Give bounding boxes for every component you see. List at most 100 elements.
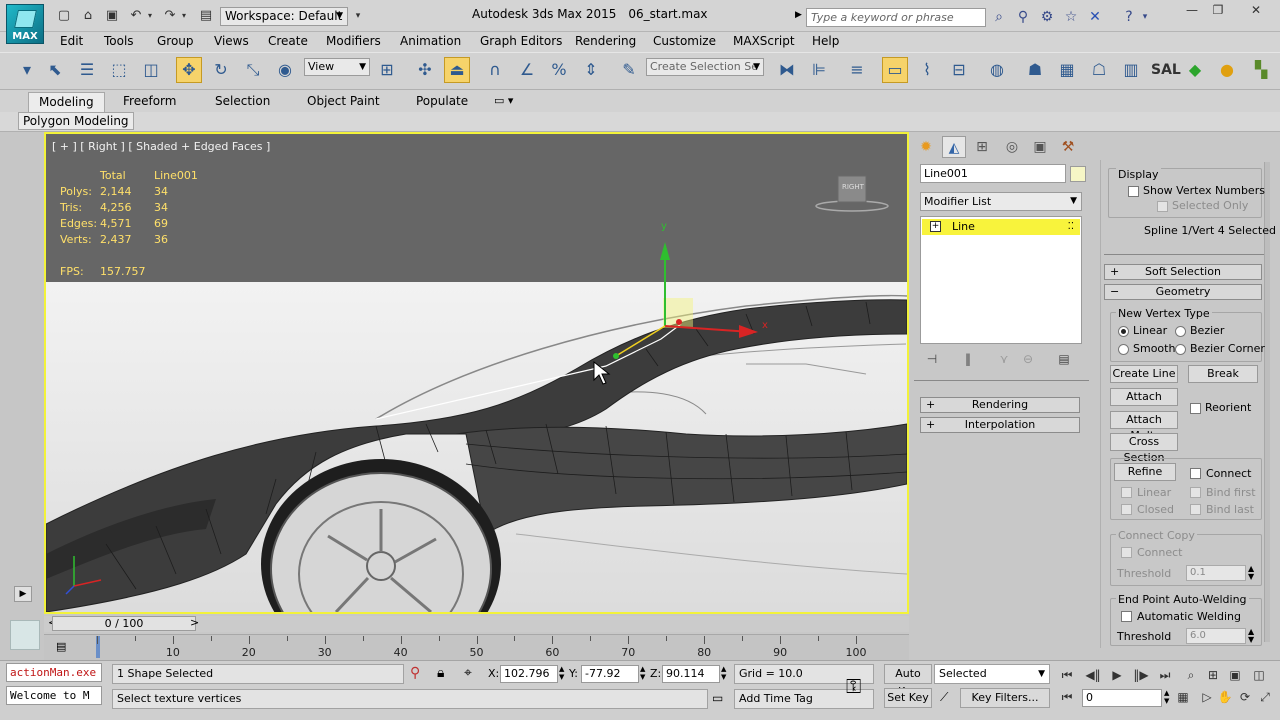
undo-icon[interactable]: ↶ <box>128 8 144 24</box>
show-vertex-numbers-checkbox[interactable] <box>1128 186 1139 197</box>
close-icon[interactable]: ✕ <box>1242 2 1270 18</box>
auto-key-button[interactable]: Auto Key <box>884 664 932 698</box>
app-logo-button[interactable]: MAX <box>6 4 44 44</box>
set-key-icon[interactable]: ⚿ <box>846 674 861 698</box>
current-frame-input[interactable]: 0 <box>1082 689 1162 707</box>
reorient-checkbox[interactable] <box>1190 403 1201 414</box>
attach-mult-button[interactable]: Attach Mult. <box>1110 411 1178 442</box>
menu-customize[interactable]: Customize <box>653 33 716 49</box>
zoom-icon[interactable]: ⌕ <box>1180 666 1202 684</box>
spinner-snap-icon[interactable]: ⇕ <box>578 57 604 83</box>
spinner-arrows-icon[interactable]: ▲ ▼ <box>1164 689 1169 705</box>
render-setup-icon[interactable]: ☗ <box>1022 57 1048 83</box>
redo-dropdown-icon[interactable]: ▾ <box>180 8 188 24</box>
schematic-view-icon[interactable]: ⊟ <box>946 57 972 83</box>
tab-modeling[interactable]: Modeling <box>28 92 105 112</box>
x-coordinate-input[interactable]: 102.796 <box>500 665 558 683</box>
stack-item-line[interactable]: + Line ⁚⁚ <box>922 219 1080 235</box>
new-file-icon[interactable]: ▢ <box>56 8 72 24</box>
subscription-icon[interactable]: ⚲ <box>1014 8 1032 26</box>
rollout-rendering[interactable]: + Rendering <box>920 397 1080 413</box>
spinner-arrows-icon[interactable]: ▲ ▼ <box>640 665 645 681</box>
light-bulb-icon[interactable]: ⁚⁚ <box>1068 219 1074 235</box>
connect-checkbox[interactable] <box>1190 468 1201 479</box>
spinner-arrows-icon[interactable]: ▲ ▼ <box>1248 565 1254 581</box>
key-filters-button[interactable]: Key Filters... <box>960 688 1050 708</box>
minimize-icon[interactable]: — <box>1178 2 1206 18</box>
pivot-point-center-icon[interactable]: ⊞ <box>374 57 400 83</box>
selection-lock-icon[interactable]: 🔒︎ <box>437 665 444 681</box>
play-icon[interactable]: ▶ <box>1106 666 1128 684</box>
help-icon[interactable]: ? <box>1120 8 1138 26</box>
open-file-icon[interactable]: ⌂ <box>80 8 96 24</box>
menu-group[interactable]: Group <box>157 33 194 49</box>
rollout-geometry[interactable]: − Geometry <box>1104 284 1262 300</box>
object-name-input[interactable]: Line001 <box>920 164 1066 183</box>
graphite-toggle-icon[interactable]: ▭ <box>882 57 908 83</box>
refine-button[interactable]: Refine <box>1114 463 1176 481</box>
menu-help[interactable]: Help <box>812 33 839 49</box>
rollout-interpolation[interactable]: + Interpolation <box>920 417 1080 433</box>
closed-checkbox[interactable] <box>1121 504 1132 515</box>
menu-create[interactable]: Create <box>268 33 308 49</box>
weld-threshold-spinner[interactable]: 6.0 <box>1186 628 1246 644</box>
workspace-dropdown[interactable]: Workspace: Default ▼ <box>220 7 348 26</box>
connect-copy-checkbox[interactable] <box>1121 547 1132 558</box>
hierarchy-tab-icon[interactable]: ⊞ <box>970 136 994 158</box>
time-configuration-icon[interactable]: ▦ <box>1172 688 1194 706</box>
menu-maxscript[interactable]: MAXScript <box>733 33 795 49</box>
polygon-modeling-panel[interactable]: Polygon Modeling <box>18 112 134 130</box>
help-dropdown-icon[interactable]: ▾ <box>1140 8 1150 26</box>
spinner-arrows-icon[interactable]: ▲ ▼ <box>721 665 726 681</box>
save-file-icon[interactable]: ▣ <box>104 8 120 24</box>
zoom-extents-all-icon[interactable]: ◫ <box>1248 666 1270 684</box>
sal-icon[interactable]: SAL <box>1150 57 1181 83</box>
select-and-rotate-icon[interactable]: ↻ <box>208 57 234 83</box>
communication-icon[interactable]: ⚙ <box>1038 8 1056 26</box>
pan-view-icon[interactable]: ✋ <box>1214 688 1236 706</box>
select-and-manipulate-icon[interactable]: ✣ <box>412 57 438 83</box>
threshold-spinner[interactable]: 0.1 <box>1186 565 1246 581</box>
snaps-toggle-icon[interactable]: ∩ <box>482 57 508 83</box>
curve-editor-icon[interactable]: ⌇ <box>914 57 940 83</box>
material-editor-icon[interactable]: ◍ <box>984 57 1010 83</box>
window-crossing-icon[interactable]: ◫ <box>138 57 164 83</box>
select-and-place-icon[interactable]: ◉ <box>272 57 298 83</box>
select-and-move-icon[interactable]: ✥ <box>176 57 202 83</box>
object-color-swatch[interactable] <box>1070 166 1086 182</box>
display-tab-icon[interactable]: ▣ <box>1028 136 1052 158</box>
zoom-extents-icon[interactable]: ▣ <box>1224 666 1246 684</box>
select-and-scale-icon[interactable]: ⤡ <box>240 57 266 83</box>
redo-icon[interactable]: ↷ <box>162 8 178 24</box>
named-selection-set-dropdown[interactable]: Create Selection Se ▼ <box>646 58 764 76</box>
go-to-end-icon[interactable]: ⏭ <box>1154 666 1176 684</box>
render-production-icon[interactable]: ☖ <box>1086 57 1112 83</box>
bind-first-checkbox[interactable] <box>1190 487 1201 498</box>
exchange-icon[interactable]: ✕ <box>1086 8 1104 26</box>
previous-frame-icon[interactable]: ◀‖ <box>1082 666 1104 684</box>
create-tab-icon[interactable]: ✹ <box>914 136 938 158</box>
set-key-button[interactable]: Set Key <box>884 688 932 708</box>
maximize-viewport-icon[interactable]: ⤢ <box>1254 688 1276 706</box>
expand-icon[interactable]: + <box>930 221 941 232</box>
spinner-arrows-icon[interactable]: ▲ ▼ <box>559 665 564 681</box>
modify-tab-icon[interactable]: ◭ <box>942 136 966 158</box>
bezier-radio[interactable] <box>1175 326 1186 337</box>
y-coordinate-input[interactable]: -77.92 <box>581 665 639 683</box>
tab-freeform[interactable]: Freeform <box>113 92 186 112</box>
layer-manager-icon[interactable]: ≡ <box>844 57 870 83</box>
break-button[interactable]: Break <box>1188 365 1258 383</box>
plugin-extra-icon[interactable]: ▚ <box>1250 57 1272 83</box>
spinner-arrows-icon[interactable]: ▲ ▼ <box>1248 628 1254 644</box>
quick-access-menu-icon[interactable]: ▾ <box>350 8 366 24</box>
bezier-corner-radio[interactable] <box>1175 344 1186 355</box>
menu-modifiers[interactable]: Modifiers <box>326 33 381 49</box>
attach-button[interactable]: Attach <box>1110 388 1178 406</box>
modifier-stack[interactable]: + Line ⁚⁚ <box>920 216 1082 344</box>
render-in-cloud-icon[interactable]: ▥ <box>1118 57 1144 83</box>
project-folder-icon[interactable]: ▤ <box>198 8 214 24</box>
next-frame-icon[interactable]: ‖▶ <box>1130 666 1152 684</box>
undo-dropdown-icon[interactable]: ▾ <box>146 8 154 24</box>
viewcube[interactable]: RIGHT <box>842 183 864 191</box>
absolute-mode-icon[interactable]: ⌖ <box>464 665 472 681</box>
